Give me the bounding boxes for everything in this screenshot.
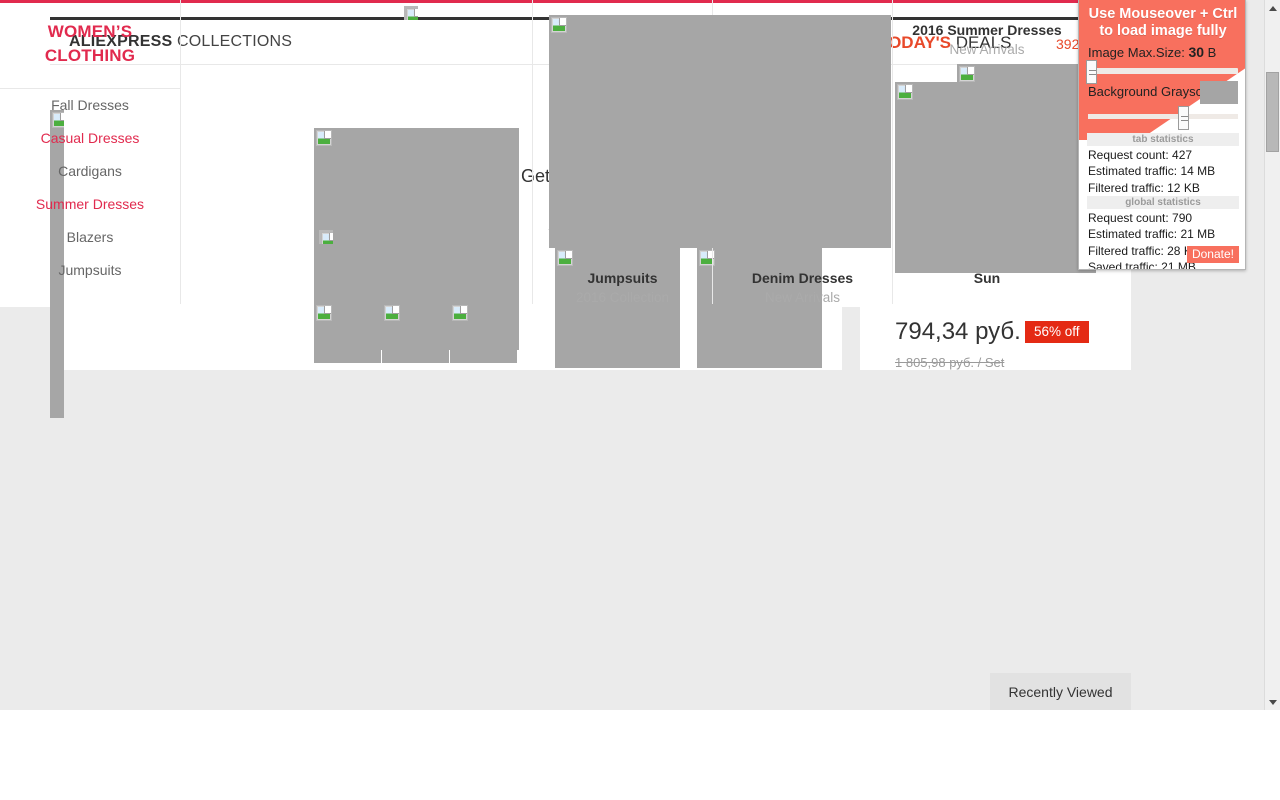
tile-title: Sun <box>973 270 1001 286</box>
global-stat-request-count: Request count: 790 <box>1088 211 1193 225</box>
image-blocker-extension-popup: Use Mouseover + Ctrl to load image fully… <box>1078 0 1246 270</box>
scroll-up-button[interactable] <box>1265 0 1280 16</box>
deal-old-price: 1 805,98 руб. / Set <box>895 355 1005 370</box>
discount-badge: 56% off <box>1025 321 1089 343</box>
banner-image-bottom[interactable] <box>319 230 333 244</box>
tile-caption: Denim Dresses New Arrivals <box>713 268 892 308</box>
broken-image-icon <box>321 232 333 244</box>
womens-clothing-tiles: Jumpsuits 2016 Collection Denim Dresses … <box>533 0 1119 305</box>
popup-title-line-2: to load image fully <box>1099 23 1227 39</box>
image-max-size-label: Image Max.Size: <box>1088 45 1185 60</box>
background-grayscale-slider-handle[interactable] <box>1178 106 1189 130</box>
sidebar-item-cardigans[interactable]: Cardigans <box>0 155 180 188</box>
popup-title-line-1: Use Mouseover + Ctrl <box>1088 6 1238 22</box>
chevron-down-icon <box>1268 699 1277 705</box>
sidebar-item-fall-dresses[interactable]: Fall Dresses <box>0 89 180 122</box>
tile-subtitle: New Arrivals <box>764 290 840 305</box>
image-max-size-slider-track[interactable] <box>1088 68 1238 74</box>
tile-title: 2016 Summer Dresses <box>912 22 1062 38</box>
image-max-size-value: 30 <box>1188 44 1205 60</box>
sidebar-item-blazers[interactable]: Blazers <box>0 221 180 254</box>
womens-clothing-card: WOMEN’S CLOTHING Fall Dresses Casual Dres… <box>0 0 1119 307</box>
sidebar-item-summer-dresses[interactable]: Summer Dresses <box>0 188 180 221</box>
womens-clothing-sidebar: WOMEN’S CLOTHING Fall Dresses Casual Dres… <box>0 0 181 304</box>
tile-caption: Jumpsuits 2016 Collection <box>533 268 712 308</box>
broken-image-icon <box>316 305 332 321</box>
global-stat-estimated-traffic: Estimated traffic: 21 MB <box>1088 227 1216 242</box>
tile-caption-partial: Sun <box>893 268 1081 288</box>
image-max-size-slider-handle[interactable] <box>1086 60 1097 84</box>
tab-statistics-header: tab statistics <box>1087 133 1239 146</box>
tab-stat-estimated-traffic: Estimated traffic: 14 MB <box>1088 164 1216 179</box>
image-max-size-unit: B <box>1207 45 1217 60</box>
sidebar-item-jumpsuits[interactable]: Jumpsuits <box>0 254 180 287</box>
tile-image-large[interactable] <box>549 15 891 248</box>
tile-subtitle: 2016 Collection <box>575 290 670 305</box>
popup-title: Use Mouseover + Ctrl to load image fully <box>1079 6 1245 40</box>
broken-image-icon <box>384 305 400 321</box>
collection-image-small-3[interactable] <box>450 303 517 363</box>
browser-viewport: ALIEXPRESS COLLECTIONS View more Get the… <box>0 0 1280 710</box>
tab-stat-request-count: Request count: 427 <box>1088 148 1193 162</box>
vertical-scrollbar[interactable] <box>1264 0 1280 710</box>
collection-image-small-2[interactable] <box>382 303 449 363</box>
deal-price: 794,34 руб. <box>895 318 1021 345</box>
banner-image-top[interactable] <box>404 6 418 20</box>
donate-button[interactable]: Donate! <box>1186 246 1239 263</box>
background-grayscale-swatch <box>1200 81 1238 104</box>
tile-title: Jumpsuits <box>587 270 658 286</box>
tile-title: Denim Dresses <box>751 270 854 286</box>
sidebar-item-casual-dresses[interactable]: Casual Dresses <box>0 122 180 155</box>
image-max-size-row: Image Max.Size: 30 B <box>1088 44 1216 60</box>
tab-stat-filtered-traffic: Filtered traffic: 12 KB <box>1088 180 1200 195</box>
broken-image-icon <box>452 305 468 321</box>
heading-line-2: CLOTHING <box>44 46 136 65</box>
womens-clothing-heading-text: WOMEN’S CLOTHING <box>45 20 135 68</box>
recently-viewed-tab[interactable]: Recently Viewed <box>990 673 1131 710</box>
page-root: ALIEXPRESS COLLECTIONS View more Get the… <box>0 0 1280 800</box>
global-statistics-header: global statistics <box>1087 196 1239 209</box>
womens-clothing-banner[interactable] <box>181 0 533 304</box>
tile-summer-dresses[interactable]: 2016 Summer Dresses New Arrivals Sun <box>893 0 1119 304</box>
chevron-up-icon <box>1268 5 1277 11</box>
scrollbar-thumb[interactable] <box>1266 72 1279 152</box>
broken-image-icon <box>551 17 567 33</box>
tile-subtitle: New Arrivals <box>949 42 1025 57</box>
scroll-down-button[interactable] <box>1265 694 1280 710</box>
tile-caption: 2016 Summer Dresses New Arrivals <box>893 20 1081 60</box>
broken-image-icon <box>959 66 975 82</box>
heading-line-1: WOMEN’S <box>47 22 133 41</box>
womens-clothing-heading: WOMEN’S CLOTHING <box>0 0 180 89</box>
background-grayscale-slider-track[interactable] <box>1088 114 1238 119</box>
collection-image-small-1[interactable] <box>314 303 381 363</box>
broken-image-icon <box>406 8 418 20</box>
